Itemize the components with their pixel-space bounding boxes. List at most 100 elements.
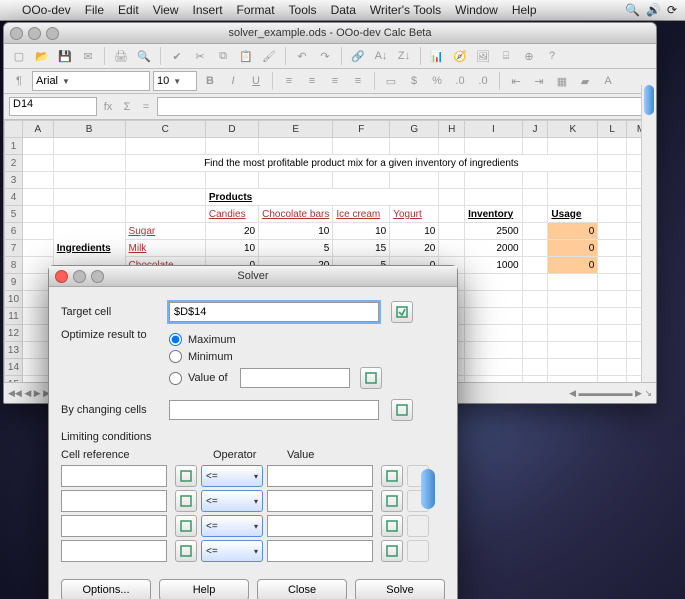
cell-I9[interactable] bbox=[465, 274, 522, 291]
cell-F3[interactable] bbox=[333, 172, 390, 189]
cell-L2[interactable] bbox=[598, 155, 627, 172]
cell-K9[interactable] bbox=[548, 274, 598, 291]
cell-K10[interactable] bbox=[548, 291, 598, 308]
formula-input[interactable] bbox=[157, 97, 651, 116]
merge-cells-icon[interactable]: ▭ bbox=[381, 71, 401, 91]
cell-H5[interactable] bbox=[439, 206, 465, 223]
underline-icon[interactable]: U bbox=[246, 71, 266, 91]
cell-L6[interactable] bbox=[598, 223, 627, 240]
cell-K4[interactable] bbox=[548, 189, 598, 206]
mac-menubar[interactable]: OOo-dev File Edit View Insert Format Too… bbox=[0, 0, 685, 21]
dialog-titlebar[interactable]: Solver bbox=[49, 266, 457, 287]
menu-help[interactable]: Help bbox=[512, 3, 537, 17]
cell-F6[interactable]: 10 bbox=[333, 223, 390, 240]
data-sources-icon[interactable]: ⌸ bbox=[496, 46, 516, 66]
close-window-button[interactable] bbox=[10, 27, 23, 40]
indent-dec-icon[interactable]: ⇤ bbox=[506, 71, 526, 91]
print-icon[interactable]: 🖨 bbox=[111, 46, 131, 66]
redo-icon[interactable]: ↷ bbox=[315, 46, 335, 66]
cell-E1[interactable] bbox=[259, 138, 333, 155]
cell-L12[interactable] bbox=[598, 325, 627, 342]
cond-value-input[interactable] bbox=[267, 540, 373, 562]
cell-F5[interactable]: Ice cream bbox=[333, 206, 390, 223]
opt-value-input[interactable] bbox=[240, 368, 350, 388]
cell-reference-box[interactable]: D14 bbox=[9, 97, 97, 116]
volume-icon[interactable]: 🔊 bbox=[646, 3, 661, 17]
dialog-close-button[interactable] bbox=[55, 270, 68, 283]
cell-K13[interactable] bbox=[548, 342, 598, 359]
sort-asc-icon[interactable]: A↓ bbox=[371, 46, 391, 66]
cond-operator-combo[interactable]: <=▾ bbox=[201, 540, 263, 562]
target-cell-input[interactable] bbox=[169, 302, 379, 322]
cell-J4[interactable] bbox=[522, 189, 548, 206]
cell-L7[interactable] bbox=[598, 240, 627, 257]
currency-icon[interactable]: $ bbox=[404, 71, 424, 91]
cell-H6[interactable] bbox=[439, 223, 465, 240]
cond-cellref-shrink-button[interactable] bbox=[175, 515, 197, 537]
equals-icon[interactable]: = bbox=[138, 99, 154, 115]
cell-J8[interactable] bbox=[522, 257, 548, 274]
window-titlebar[interactable]: solver_example.ods - OOo-dev Calc Beta bbox=[4, 23, 656, 44]
changing-cells-shrink-button[interactable] bbox=[391, 399, 413, 421]
cell-E5[interactable]: Chocolate bars bbox=[259, 206, 333, 223]
align-justify-icon[interactable]: ≡ bbox=[348, 71, 368, 91]
font-size-combo[interactable]: 10▼ bbox=[153, 71, 197, 91]
cell-C1[interactable] bbox=[125, 138, 205, 155]
cell-H4[interactable] bbox=[439, 189, 465, 206]
cell-J13[interactable] bbox=[522, 342, 548, 359]
cell-K7[interactable]: 0 bbox=[548, 240, 598, 257]
bold-icon[interactable]: B bbox=[200, 71, 220, 91]
cell-K11[interactable] bbox=[548, 308, 598, 325]
menu-data[interactable]: Data bbox=[331, 3, 356, 17]
cell-L3[interactable] bbox=[598, 172, 627, 189]
close-button[interactable]: Close bbox=[257, 579, 347, 599]
cell-I14[interactable] bbox=[465, 359, 522, 376]
cell-C7[interactable]: Milk bbox=[125, 240, 205, 257]
cell-L8[interactable] bbox=[598, 257, 627, 274]
decimal-add-icon[interactable]: .0 bbox=[450, 71, 470, 91]
gallery-icon[interactable]: 🖼 bbox=[473, 46, 493, 66]
cell-I3[interactable] bbox=[465, 172, 522, 189]
italic-icon[interactable]: I bbox=[223, 71, 243, 91]
new-doc-icon[interactable]: ▢ bbox=[9, 46, 29, 66]
cell-L10[interactable] bbox=[598, 291, 627, 308]
target-cell-shrink-button[interactable] bbox=[391, 301, 413, 323]
opt-min-radio[interactable]: Minimum bbox=[169, 350, 382, 363]
cell-L13[interactable] bbox=[598, 342, 627, 359]
navigator-icon[interactable]: 🧭 bbox=[450, 46, 470, 66]
borders-icon[interactable]: ▦ bbox=[552, 71, 572, 91]
cell-I8[interactable]: 1000 bbox=[465, 257, 522, 274]
cell-I5[interactable]: Inventory bbox=[465, 206, 522, 223]
cell-J9[interactable] bbox=[522, 274, 548, 291]
menu-app[interactable]: OOo-dev bbox=[22, 3, 71, 17]
opt-value-radio[interactable]: Value of bbox=[169, 367, 382, 389]
cell-C2[interactable]: Find the most profitable product mix for… bbox=[125, 155, 598, 172]
cell-J6[interactable] bbox=[522, 223, 548, 240]
help-icon[interactable]: ? bbox=[542, 46, 562, 66]
cond-cellref-input[interactable] bbox=[61, 465, 167, 487]
cell-K8[interactable]: 0 bbox=[548, 257, 598, 274]
cut-icon[interactable]: ✂ bbox=[190, 46, 210, 66]
cond-operator-combo[interactable]: <=▾ bbox=[201, 515, 263, 537]
copy-icon[interactable]: ⧉ bbox=[213, 46, 233, 66]
cell-D7[interactable]: 10 bbox=[205, 240, 258, 257]
function-wizard-icon[interactable]: fx bbox=[100, 99, 116, 115]
opt-max-radio[interactable]: Maximum bbox=[169, 333, 382, 346]
cell-I6[interactable]: 2500 bbox=[465, 223, 522, 240]
cell-A3[interactable] bbox=[22, 172, 53, 189]
cell-I1[interactable] bbox=[465, 138, 522, 155]
opt-value-shrink-button[interactable] bbox=[360, 367, 382, 389]
hyperlink-icon[interactable]: 🔗 bbox=[348, 46, 368, 66]
cell-J10[interactable] bbox=[522, 291, 548, 308]
menu-tools[interactable]: Tools bbox=[289, 3, 317, 17]
cond-cellref-input[interactable] bbox=[61, 490, 167, 512]
print-preview-icon[interactable]: 🔍 bbox=[134, 46, 154, 66]
cell-G5[interactable]: Yogurt bbox=[390, 206, 439, 223]
cell-B5[interactable] bbox=[53, 206, 125, 223]
mail-icon[interactable]: ✉ bbox=[78, 46, 98, 66]
cell-L5[interactable] bbox=[598, 206, 627, 223]
cell-L14[interactable] bbox=[598, 359, 627, 376]
undo-icon[interactable]: ↶ bbox=[292, 46, 312, 66]
cell-E3[interactable] bbox=[259, 172, 333, 189]
cell-K3[interactable] bbox=[548, 172, 598, 189]
